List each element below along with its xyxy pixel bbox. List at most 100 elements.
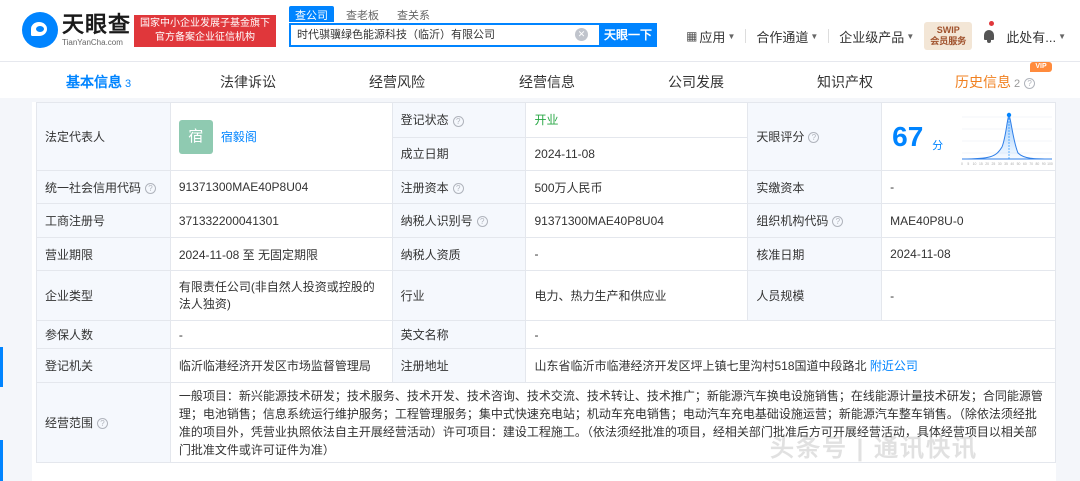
score-axis-tick: 90 (1042, 162, 1046, 166)
tab-operation[interactable]: 经营信息 (519, 72, 575, 92)
score-distribution-chart: 0 5 10 15 20 25 30 35 40 50 60 70 80 90 100 (961, 112, 1053, 166)
tab-development[interactable]: 公司发展 (668, 72, 724, 92)
label-text: 纳税人识别号 (400, 214, 473, 228)
score-axis-tick: 70 (1029, 162, 1033, 166)
search-tab-relation[interactable]: 查关系 (391, 6, 436, 22)
help-icon[interactable]: ? (452, 115, 464, 127)
swip-member-button[interactable]: SWIP 会员服务 (924, 22, 973, 50)
search-mode-tabs: 查公司 查老板 查关系 (289, 6, 436, 22)
basic-info-panel: 法定代表人 宿 宿毅阁 登记状态? 开业 天眼评分? 67 分 0 5 10 1… (32, 102, 1057, 481)
score-label: 天眼评分? (747, 102, 883, 171)
clear-icon[interactable]: ✕ (575, 28, 588, 41)
score-axis-tick: 40 (1011, 162, 1015, 166)
chevron-down-icon: ▼ (727, 31, 736, 41)
tab-label: 历史信息 (955, 74, 1011, 90)
uscc-label: 统一社会信用代码? (36, 170, 171, 204)
search-tab-boss[interactable]: 查老板 (340, 6, 385, 22)
biz-reg-no-value: 371332200041301 (169, 203, 393, 238)
table-row: 工商注册号 371332200041301 纳税人识别号? 91371300MA… (36, 203, 1056, 238)
chevron-down-icon: ▼ (1058, 31, 1066, 41)
enterprise-menu[interactable]: 企业级产品 ▼ (839, 27, 914, 46)
help-icon[interactable]: ? (145, 182, 157, 194)
industry-label: 行业 (391, 270, 527, 321)
label-text: 天眼评分 (756, 130, 805, 144)
score-axis-tick: 10 (973, 162, 977, 166)
staff-size-value: - (881, 270, 1056, 321)
insured-label: 参保人数 (36, 320, 171, 349)
score-cell[interactable]: 67 分 0 5 10 15 20 25 30 35 40 50 60 70 80 90 100 (881, 102, 1056, 171)
search-tab-company[interactable]: 查公司 (289, 6, 334, 22)
logo[interactable]: 天眼查 TianYanCha.com (22, 12, 131, 48)
bell-icon[interactable] (982, 29, 996, 43)
side-float-tab[interactable] (0, 440, 3, 481)
tab-ip[interactable]: 知识产权 (817, 72, 873, 92)
divider (745, 29, 747, 43)
status-badge: 开业 (525, 102, 749, 138)
divider (828, 29, 830, 43)
help-icon[interactable]: ? (476, 216, 488, 228)
table-row: 登记机关 临沂临港经济开发区市场监督管理局 注册地址 山东省临沂市临港经济开发区… (36, 348, 1056, 383)
legal-rep-link[interactable]: 宿毅阁 (221, 128, 257, 145)
search-input[interactable]: 时代骐骥绿色能源科技（临沂）有限公司 (289, 23, 599, 47)
app-menu[interactable]: ▦ 应用 ▼ (686, 27, 735, 46)
paid-capital-value: - (881, 170, 1056, 204)
label-text: 注册资本 (400, 180, 449, 195)
table-row: 经营范围? 一般项目：新兴能源技术研发；技术服务、技术开发、技术咨询、技术交流、… (36, 382, 1057, 463)
score-unit: 分 (932, 140, 944, 152)
table-row: 统一社会信用代码? 91371300MAE40P8U04 注册资本? 500万人… (36, 170, 1056, 204)
reg-address-label: 注册地址 (391, 348, 527, 383)
help-icon[interactable]: ? (452, 182, 464, 194)
reg-capital-label: 注册资本? (391, 170, 527, 204)
logo-text: 天眼查 (62, 11, 132, 37)
org-code-value: MAE40P8U-0 (881, 203, 1056, 238)
nearby-companies-link[interactable]: 附近公司 (870, 359, 918, 373)
industry-value: 电力、热力生产和供应业 (525, 270, 749, 321)
header-nav: ▦ 应用 ▼ 合作通道 ▼ 企业级产品 ▼ SWIP 会员服务 此处有... ▼ (686, 22, 1066, 50)
basic-info-table: 法定代表人 宿 宿毅阁 登记状态? 开业 天眼评分? 67 分 0 5 10 1… (36, 102, 1057, 463)
company-type-value: 有限责任公司(非自然人投资或控股的法人独资) (169, 270, 393, 321)
top-header: 天眼查 TianYanCha.com 国家中小企业发展子基金旗下 官方备案企业征… (0, 0, 1080, 62)
label-text: 统一社会信用代码 (45, 180, 142, 195)
user-menu[interactable]: 此处有... ▼ (1006, 27, 1066, 46)
vip-badge: VIP (1030, 62, 1052, 72)
found-date-label: 成立日期 (391, 136, 527, 171)
en-name-label: 英文名称 (391, 320, 527, 349)
company-type-label: 企业类型 (36, 270, 171, 321)
tab-history[interactable]: 历史信息 2? (955, 72, 1036, 92)
biz-term-value: 2024-11-08 至 无固定期限 (169, 237, 393, 271)
chevron-down-icon: ▼ (810, 31, 819, 41)
search-button[interactable]: 天眼一下 (599, 23, 657, 47)
tab-count: 3 (125, 78, 132, 90)
score-axis-tick: 0 (961, 162, 963, 166)
swip-line2: 会员服务 (930, 36, 967, 46)
taxpayer-qual-label: 纳税人资质 (391, 237, 527, 271)
score-axis-tick: 15 (979, 162, 983, 166)
partner-menu[interactable]: 合作通道 ▼ (756, 27, 818, 46)
help-icon[interactable]: ? (832, 216, 844, 228)
tab-legal[interactable]: 法律诉讼 (220, 72, 276, 92)
tab-count: 2 (1014, 78, 1021, 90)
score-axis-tick: 5 (967, 162, 969, 166)
gov-badge-line1: 国家中小企业发展子基金旗下 (140, 18, 270, 29)
notification-dot (989, 21, 994, 26)
side-float-tab[interactable] (0, 347, 3, 387)
score-axis-tick: 25 (992, 162, 996, 166)
en-name-value: - (525, 320, 1056, 349)
biz-reg-no-label: 工商注册号 (36, 203, 171, 238)
taxpayer-id-label: 纳税人识别号? (391, 203, 527, 238)
tab-basic-info[interactable]: 基本信息 3 (66, 72, 131, 92)
gov-badge-line2: 官方备案企业征信机构 (155, 32, 255, 43)
help-icon[interactable]: ? (808, 132, 820, 144)
table-row: 营业期限 2024-11-08 至 无固定期限 纳税人资质 - 核准日期 202… (36, 237, 1056, 271)
scope-label: 经营范围? (36, 382, 171, 463)
tab-risk[interactable]: 经营风险 (369, 72, 425, 92)
table-row: 参保人数 - 英文名称 - (36, 320, 1056, 349)
score-axis-tick: 30 (998, 162, 1002, 166)
score-axis-tick: 60 (1023, 162, 1027, 166)
help-icon[interactable]: ? (1024, 77, 1036, 89)
reg-address-value: 山东省临沂市临港经济开发区坪上镇七里沟村518国道中段路北 (534, 359, 867, 373)
detail-tabs: 基本信息 3 法律诉讼 经营风险 经营信息 公司发展 知识产权 历史信息 2? (0, 62, 1080, 98)
score-value: 67 (892, 121, 924, 152)
help-icon[interactable]: ? (97, 418, 109, 430)
reg-authority-label: 登记机关 (36, 348, 171, 383)
